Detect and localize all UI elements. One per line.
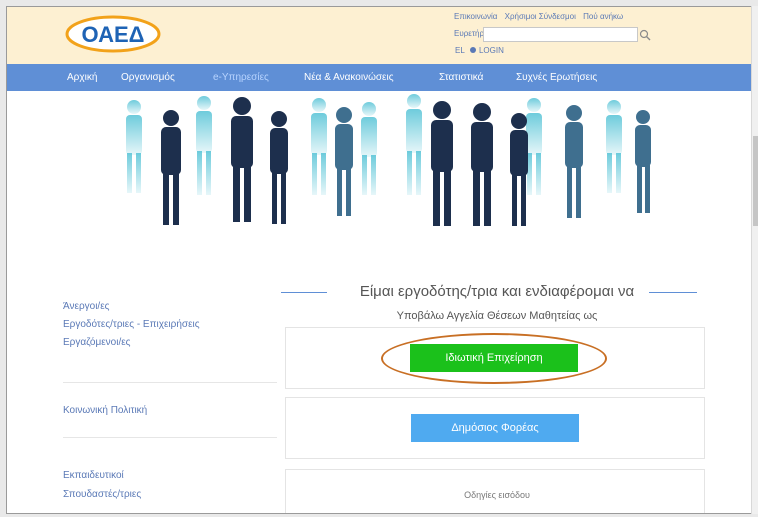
highlight-circle (381, 333, 607, 384)
sidebar-divider (63, 437, 277, 438)
page-frame: ΟΑΕΔ Επικοινωνία Χρήσιμοι Σύνδεσμοι Πού … (6, 6, 754, 514)
nav-item-e-services[interactable]: e-Υπηρεσίες (213, 72, 269, 83)
sidebar-link-students[interactable]: Σπουδαστές/τριες (63, 489, 141, 500)
public-entity-button[interactable]: Δημόσιος Φορέας (411, 414, 579, 442)
sidebar-link-unemployed[interactable]: Άνεργοι/ες (63, 301, 109, 312)
search-icon[interactable] (638, 28, 652, 42)
logo-text: ΟΑΕΔ (82, 22, 145, 47)
top-link-contact[interactable]: Επικοινωνία (454, 12, 497, 21)
sidebar-divider (63, 382, 277, 383)
sidebar-link-educators[interactable]: Εκπαιδευτικοί (63, 470, 124, 481)
top-header: ΟΑΕΔ Επικοινωνία Χρήσιμοι Σύνδεσμοι Πού … (7, 7, 753, 64)
nav-item-statistics[interactable]: Στατιστικά (439, 72, 483, 83)
main-subheading: Υποβάλω Αγγελία Θέσεων Μαθητείας ως (396, 310, 598, 322)
nav-item-organization[interactable]: Οργανισμός (121, 72, 175, 83)
main-nav: Αρχική Οργανισμός e-Υπηρεσίες Νέα & Ανακ… (7, 64, 753, 91)
nav-item-news[interactable]: Νέα & Ανακοινώσεις (304, 72, 394, 83)
language-switch[interactable]: EL (455, 46, 465, 55)
sidebar-link-employees[interactable]: Εργαζόμενοι/ες (63, 337, 131, 348)
main-heading: Είμαι εργοδότης/τρια και ενδιαφέρομαι να (359, 283, 635, 300)
lang-login-row: EL LOGIN (455, 46, 504, 55)
oaed-logo[interactable]: ΟΑΕΔ (65, 15, 161, 53)
search-input[interactable] (483, 27, 638, 42)
scrollbar-thumb[interactable] (753, 136, 758, 226)
top-link-where-i-belong[interactable]: Πού ανήκω (583, 12, 623, 21)
top-links: Επικοινωνία Χρήσιμοι Σύνδεσμοι Πού ανήκω (454, 12, 628, 21)
sidebar-link-employers[interactable]: Εργοδότες/τριες - Επιχειρήσεις (63, 319, 200, 330)
sidebar-link-social-policy[interactable]: Κοινωνική Πολιτική (63, 405, 147, 416)
vertical-scrollbar[interactable] (751, 6, 758, 514)
login-link[interactable]: LOGIN (479, 46, 504, 55)
login-instructions-link[interactable]: Οδηγίες εισόδου (297, 490, 697, 500)
people-banner-image (126, 94, 651, 226)
user-icon (469, 47, 476, 53)
nav-item-home[interactable]: Αρχική (67, 72, 97, 83)
nav-item-faq[interactable]: Συχνές Ερωτήσεις (516, 72, 597, 83)
search-label: Ευρετήρ (454, 29, 484, 38)
top-link-useful-links[interactable]: Χρήσιμοι Σύνδεσμοι (505, 12, 576, 21)
